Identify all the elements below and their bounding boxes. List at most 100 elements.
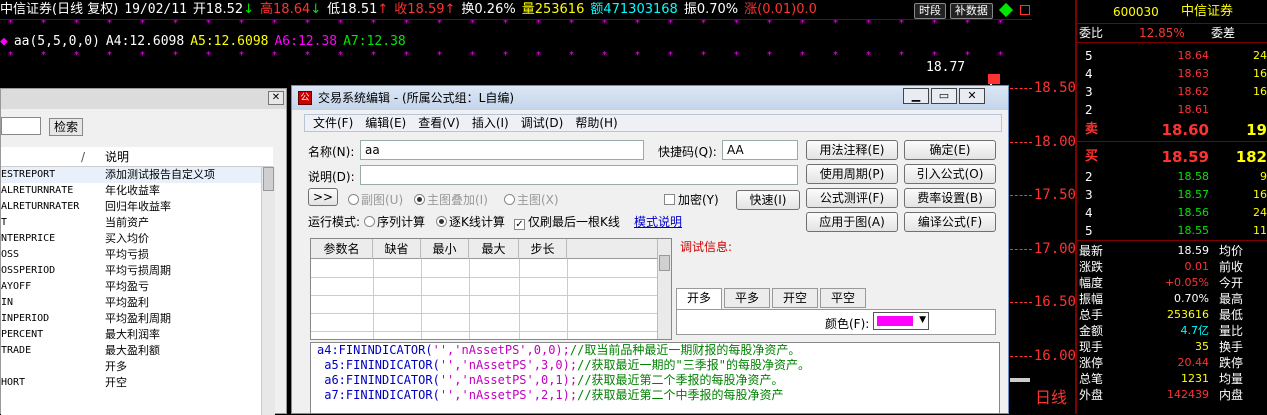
search-button[interactable]: 检索 xyxy=(49,118,83,136)
order-level: 2 xyxy=(1085,170,1093,184)
order-level: 5 xyxy=(1085,49,1093,63)
order-row: 4 18.63 16 xyxy=(1077,65,1267,83)
close-icon[interactable]: ✕ xyxy=(959,88,985,104)
name-field[interactable]: aa xyxy=(360,140,644,160)
order-price: 18.56 xyxy=(1177,206,1210,219)
run-mode-label: 运行模式: xyxy=(308,215,361,229)
fill-data-button[interactable]: 补数据 xyxy=(949,3,993,19)
only-last-checkbox[interactable]: ✓ 仅刷最后一根K线 xyxy=(514,214,620,230)
stat-value: 20.44 xyxy=(1177,356,1210,369)
function-list-item[interactable]: ALRETURNRATE 年化收益率 xyxy=(1,183,261,199)
tab-close-short[interactable]: 平空 xyxy=(820,288,866,308)
function-list-item[interactable]: TRADE 最大盈利额 xyxy=(1,343,261,359)
function-desc: 当前资产 xyxy=(105,216,149,229)
compile-button[interactable]: 编译公式(F) xyxy=(904,212,996,232)
function-list: ESTREPORT 添加测试报告自定义项 ALRETURNRATE 年化收益率 ALRE… xyxy=(1,167,261,415)
function-list-item[interactable]: AYOFF 平均盈亏 xyxy=(1,279,261,295)
maximize-icon[interactable]: ▭ xyxy=(931,88,957,104)
radio-main-overlay[interactable]: 主图叠加(I) xyxy=(414,192,488,208)
function-list-item[interactable]: OSSPERIOD 平均亏损周期 xyxy=(1,263,261,279)
function-list-item[interactable]: HORT 开空 xyxy=(1,375,261,391)
function-list-scrollbar[interactable] xyxy=(261,167,275,415)
stat-value: +0.05% xyxy=(1164,276,1209,289)
param-table-scrollbar[interactable] xyxy=(657,239,671,339)
function-list-item[interactable]: OSS 平均亏损 xyxy=(1,247,261,263)
param-table[interactable]: 参数名 缺省 最小 最大 步长 xyxy=(310,238,672,340)
buy-orders: 买 18.59 182 2 18.58 9 3 18.57 16 4 18.56 24 5 18.55 11 xyxy=(1077,141,1267,240)
color-label: 颜色(F): xyxy=(825,317,870,331)
stat-label: 总笔 xyxy=(1079,372,1104,386)
stat-value: 0.70% xyxy=(1174,292,1209,305)
amplitude: 振0.70% xyxy=(683,2,739,17)
stat-value: 18.59 xyxy=(1177,244,1210,257)
menu-insert[interactable]: 插入(I) xyxy=(472,116,509,130)
dialog-titlebar[interactable]: 公 交易系统编辑 - (所属公式组：L自编) xyxy=(292,86,1008,110)
usage-button[interactable]: 用法注释(E) xyxy=(806,140,898,160)
expand-button[interactable]: >> xyxy=(308,188,338,206)
chart-dot: * xyxy=(206,50,211,61)
color-select[interactable]: ▼ xyxy=(873,312,929,330)
function-desc: 回归年收益率 xyxy=(105,200,171,213)
encrypt-checkbox[interactable]: 加密(Y) xyxy=(664,192,719,208)
formula-code-editor[interactable]: a4:FININDICATOR('','nAssetPS',0,0);//取当前… xyxy=(310,342,1000,414)
period-button[interactable]: 使用周期(P) xyxy=(806,164,898,184)
formula-editor-dialog: 公 交易系统编辑 - (所属公式组：L自编) ▁ ▭ ✕ 文件(F) 编辑(E) 查… xyxy=(291,85,1009,414)
kline-label[interactable]: 日线 xyxy=(1035,384,1067,408)
function-list-item[interactable]: IN 平均盈利 xyxy=(1,295,261,311)
function-name: AYOFF xyxy=(1,281,32,292)
price-axis-tick xyxy=(1010,141,1032,143)
period-button[interactable]: 时段 xyxy=(914,3,946,19)
function-list-item[interactable]: ALRETURNRATER 回归年收益率 xyxy=(1,199,261,215)
scroll-thumb[interactable] xyxy=(263,167,274,191)
radio-main[interactable]: 主图(X) xyxy=(504,192,559,208)
function-name: HORT xyxy=(1,377,26,388)
ok-button[interactable]: 确定(E) xyxy=(904,140,996,160)
scroll-thumb[interactable] xyxy=(659,255,670,271)
function-list-panel: ✕ 检索 / 说明 ESTREPORT 添加测试报告自定义项 ALRETURNRAT… xyxy=(0,88,287,415)
radio-each-kline[interactable]: 逐K线计算 xyxy=(436,214,505,230)
function-list-item[interactable]: ESTREPORT 添加测试报告自定义项 xyxy=(1,167,261,183)
function-search-input[interactable] xyxy=(1,117,41,135)
shortcut-field[interactable]: AA xyxy=(722,140,798,160)
mode-desc-link[interactable]: 模式说明 xyxy=(634,214,682,230)
menu-edit[interactable]: 编辑(E) xyxy=(365,116,406,130)
grid-row-line xyxy=(311,295,659,296)
function-list-item[interactable]: PERCENT 最大利润率 xyxy=(1,327,261,343)
close-icon[interactable]: ✕ xyxy=(268,91,284,105)
desc-field[interactable] xyxy=(360,165,798,185)
radio-sequence[interactable]: 序列计算 xyxy=(364,214,425,230)
tab-close-long[interactable]: 平多 xyxy=(724,288,770,308)
order-row: 5 18.64 24 xyxy=(1077,47,1267,65)
stat-label-2: 均量 xyxy=(1219,372,1244,386)
function-list-item[interactable]: NTERPRICE 买入均价 xyxy=(1,231,261,247)
chart-dot: * xyxy=(8,50,13,61)
stat-value: 35 xyxy=(1195,340,1209,353)
app-icon: 公 xyxy=(298,91,312,105)
import-button[interactable]: 引入公式(O) xyxy=(904,164,996,184)
function-list-item[interactable]: 开多 xyxy=(1,359,261,375)
function-list-item[interactable]: T 当前资产 xyxy=(1,215,261,231)
turnover-rate: 换0.26% xyxy=(461,2,516,17)
radio-sub[interactable]: 副图(U) xyxy=(348,192,403,208)
menu-help[interactable]: 帮助(H) xyxy=(575,116,617,130)
menu-bar: 文件(F) 编辑(E) 查看(V) 插入(I) 调试(D) 帮助(H) xyxy=(304,114,1002,132)
test-button[interactable]: 公式测评(F) xyxy=(806,188,898,208)
order-volume: 19 xyxy=(1246,121,1267,139)
price-axis-tick xyxy=(1010,302,1032,303)
apply-button[interactable]: 应用于图(A) xyxy=(806,212,898,232)
function-list-item[interactable]: INPERIOD 平均盈利周期 xyxy=(1,311,261,327)
dialog-title: 交易系统编辑 - (所属公式组：L自编) xyxy=(318,91,515,105)
code-comment: //获取最近第二个中季报的每股净资产 xyxy=(577,388,784,402)
stat-label-2: 今开 xyxy=(1219,276,1244,290)
menu-view[interactable]: 查看(V) xyxy=(418,116,460,130)
function-desc: 平均亏损周期 xyxy=(105,264,171,277)
quick-button[interactable]: 快速(I) xyxy=(736,190,800,210)
fee-button[interactable]: 费率设置(B) xyxy=(904,188,996,208)
minimize-icon[interactable]: ▁ xyxy=(903,88,929,104)
tab-open-long[interactable]: 开多 xyxy=(676,288,722,310)
tab-open-short[interactable]: 开空 xyxy=(772,288,818,308)
stat-row: 总手 253616 最低 xyxy=(1077,307,1267,323)
menu-file[interactable]: 文件(F) xyxy=(313,116,353,130)
menu-debug[interactable]: 调试(D) xyxy=(521,116,564,130)
function-name: OSSPERIOD xyxy=(1,265,56,276)
